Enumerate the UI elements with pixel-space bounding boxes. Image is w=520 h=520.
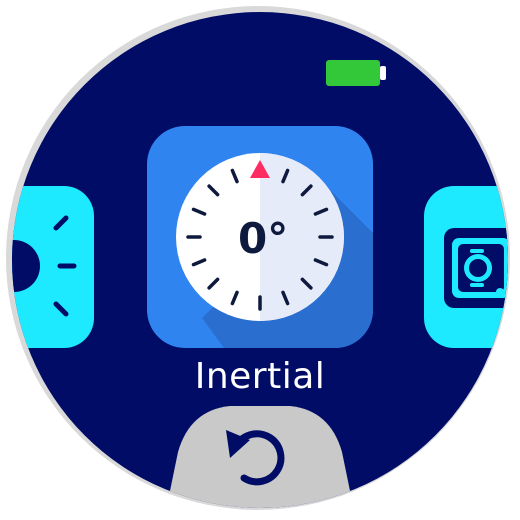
- back-button[interactable]: [164, 406, 356, 520]
- battery-full-icon: [326, 60, 386, 86]
- app-tile-next[interactable]: [424, 186, 520, 348]
- smartwatch-display: 0° Inertial: [0, 0, 520, 520]
- app-label: Inertial: [194, 356, 326, 397]
- heading-readout: 0°: [238, 214, 289, 263]
- watch-face-icon: [444, 228, 508, 308]
- app-tile-previous[interactable]: [0, 186, 94, 348]
